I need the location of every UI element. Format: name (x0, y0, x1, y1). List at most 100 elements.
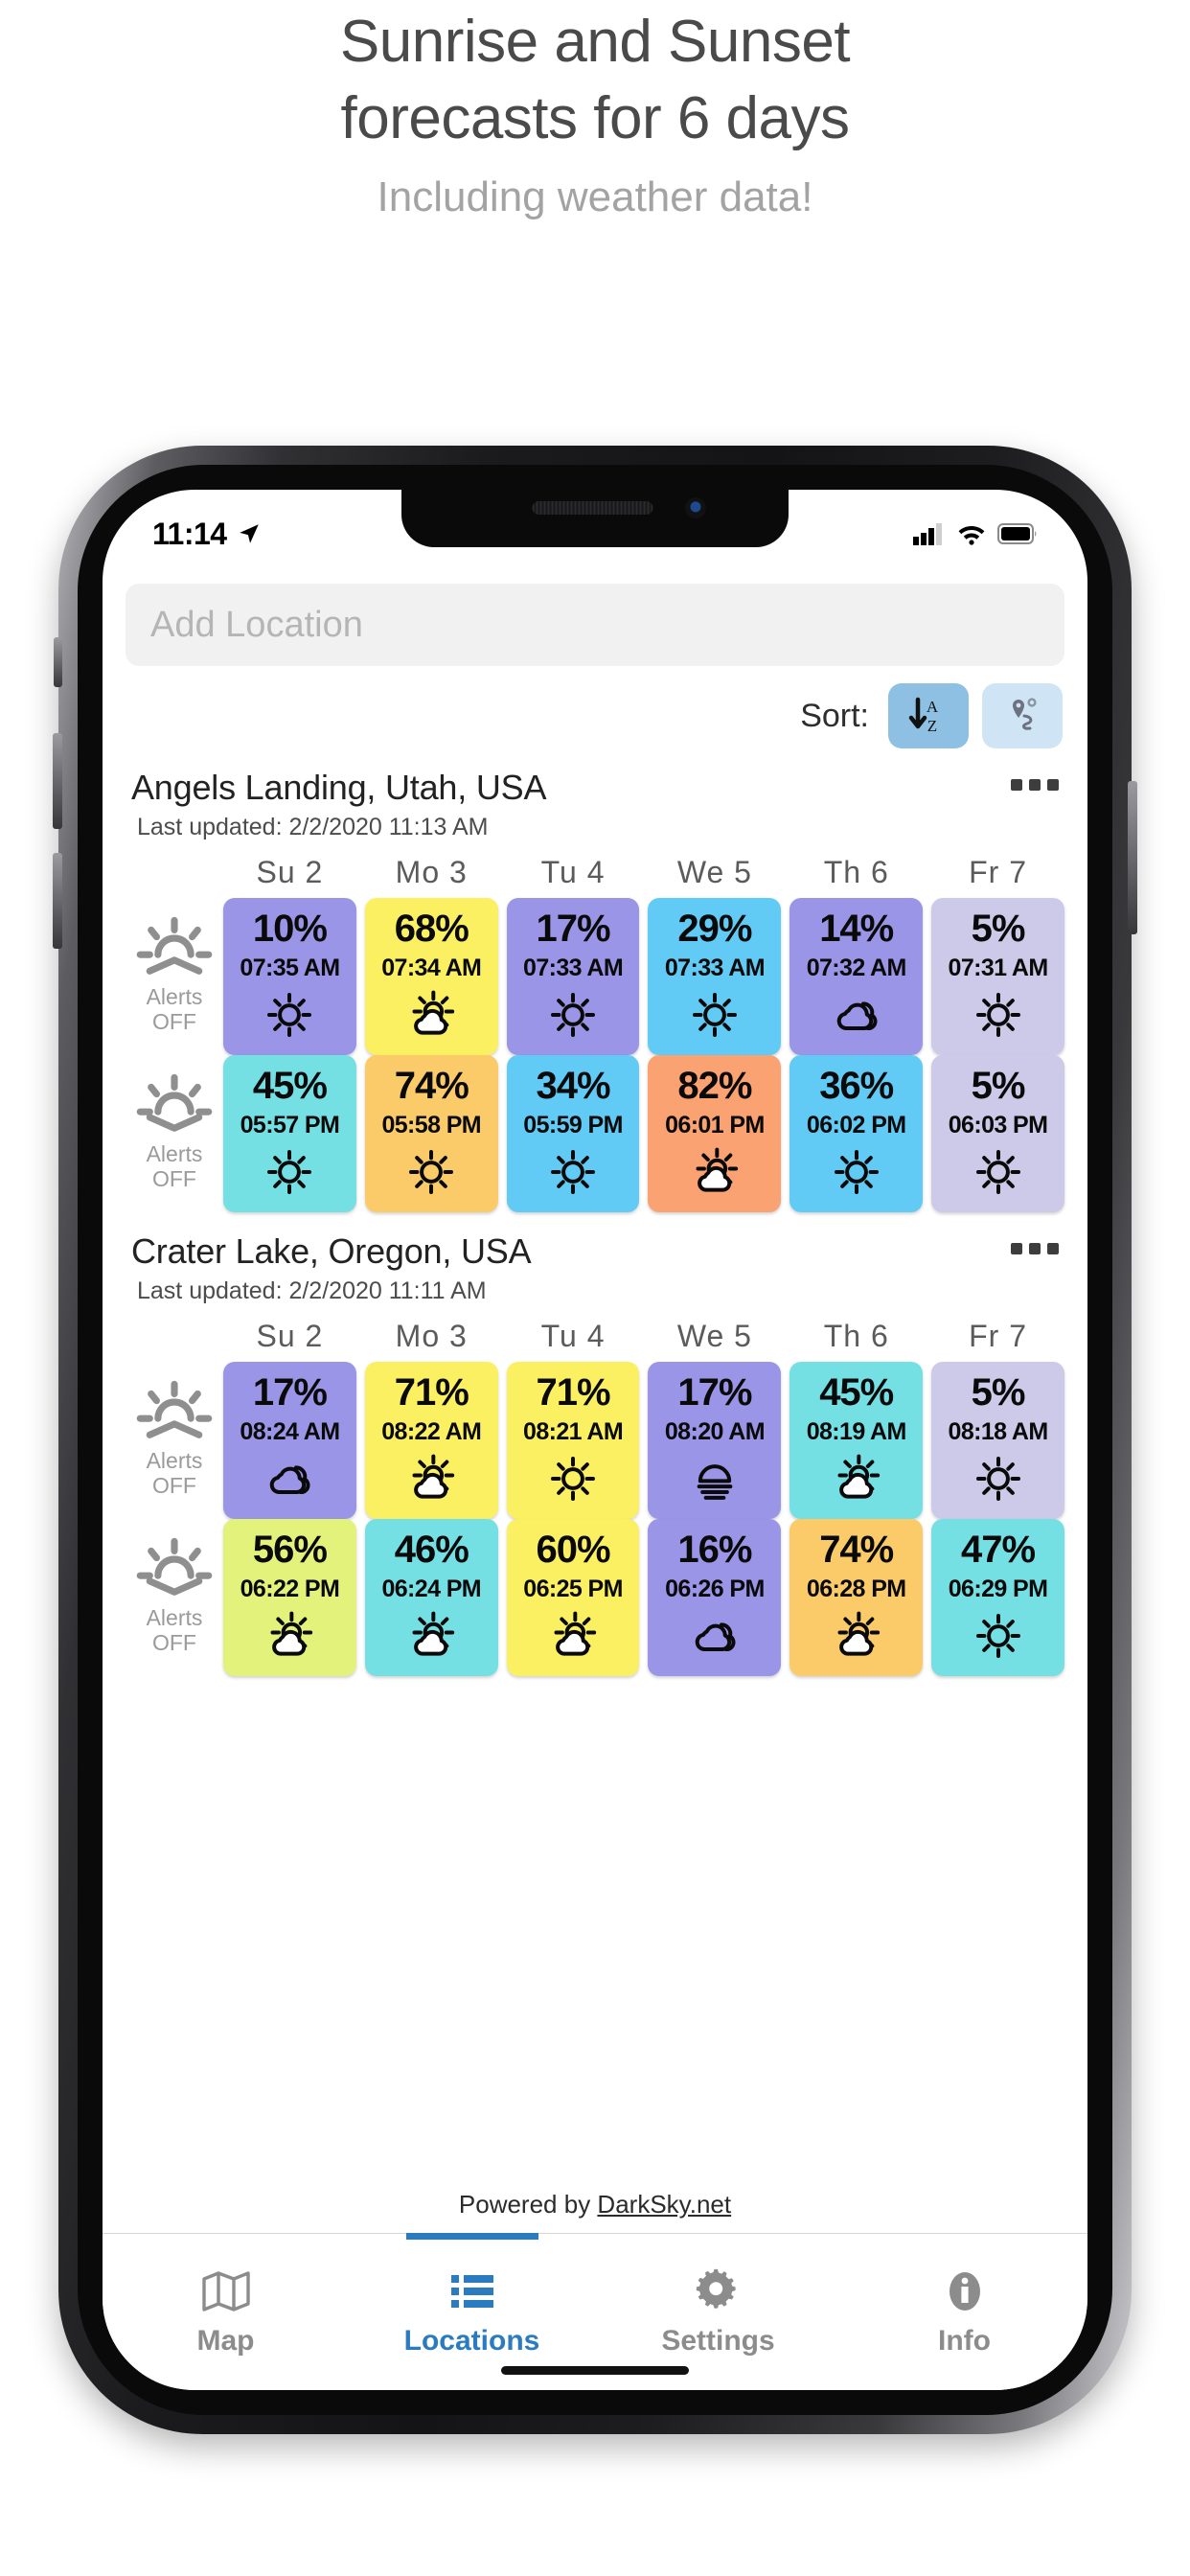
volume-up-button[interactable] (53, 733, 62, 829)
sunrise-icon (136, 916, 213, 975)
precip-percent: 10% (252, 908, 328, 950)
event-time: 07:32 AM (806, 954, 907, 981)
sunset-row: Alerts OFF 45% 05:57 PM 74% 05:58 PM 34% … (126, 1055, 1064, 1212)
forecast-card[interactable]: 34% 05:59 PM (506, 1055, 640, 1212)
precip-percent: 71% (394, 1371, 469, 1414)
weather-sun-icon (972, 1143, 1025, 1201)
event-time: 08:22 AM (381, 1418, 482, 1445)
search-input[interactable] (150, 604, 1040, 646)
silent-switch[interactable] (54, 637, 62, 687)
precip-percent: 5% (971, 1371, 1026, 1414)
event-time: 05:58 PM (381, 1112, 482, 1138)
event-time: 07:33 AM (523, 954, 624, 981)
sunrise-alerts-toggle[interactable]: Alerts OFF (126, 1362, 223, 1519)
forecast-card[interactable]: 46% 06:24 PM (364, 1519, 498, 1676)
forecast-card[interactable]: 60% 06:25 PM (506, 1519, 640, 1676)
forecast-card[interactable]: 71% 08:22 AM (364, 1362, 498, 1519)
forecast-card[interactable]: 68% 07:34 AM (364, 898, 498, 1055)
powered-by: Powered by DarkSky.net (103, 2190, 1087, 2220)
weather-cloud-icon (830, 986, 883, 1044)
event-time: 08:21 AM (523, 1418, 624, 1445)
location-name: Crater Lake, Oregon, USA (131, 1231, 532, 1271)
day-header: Tu 4 (540, 855, 606, 889)
forecast-card[interactable]: 14% 07:32 AM (790, 898, 924, 1055)
forecast-card[interactable]: 56% 06:22 PM (223, 1519, 356, 1676)
forecast-card[interactable]: 74% 05:58 PM (364, 1055, 498, 1212)
forecast-card[interactable]: 17% 08:20 AM (648, 1362, 782, 1519)
forecast-card[interactable]: 45% 08:19 AM (790, 1362, 924, 1519)
event-time: 07:31 AM (948, 954, 1049, 981)
event-time: 07:34 AM (381, 954, 482, 981)
forecast-card[interactable]: 45% 05:57 PM (223, 1055, 356, 1212)
precip-percent: 46% (394, 1529, 469, 1571)
day-header: Mo 3 (395, 1319, 468, 1353)
tab-info[interactable]: Info (841, 2234, 1087, 2390)
forecast-card[interactable]: 82% 06:01 PM (648, 1055, 782, 1212)
powered-by-prefix: Powered by (458, 2190, 598, 2219)
sort-alpha-button[interactable]: A Z (888, 683, 969, 748)
tab-map[interactable]: Map (103, 2234, 349, 2390)
event-time: 06:22 PM (240, 1576, 340, 1602)
precip-percent: 74% (819, 1529, 894, 1571)
status-time: 11:14 (152, 516, 227, 551)
sunrise-alerts-toggle[interactable]: Alerts OFF (126, 898, 223, 1055)
weather-fog-icon (688, 1450, 742, 1507)
alerts-label: Alerts OFF (146, 1605, 203, 1655)
sunset-cards: 45% 05:57 PM 74% 05:58 PM 34% 05:59 PM 8… (223, 1055, 1064, 1212)
precip-percent: 45% (252, 1065, 328, 1107)
locations-list: Angels Landing, Utah, USA Last updated: … (103, 748, 1087, 1676)
promo-header: Sunrise and Sunset forecasts for 6 days … (0, 0, 1190, 224)
home-indicator[interactable] (501, 2366, 689, 2375)
forecast-card[interactable]: 5% 08:18 AM (931, 1362, 1064, 1519)
sunset-alerts-toggle[interactable]: Alerts OFF (126, 1519, 223, 1676)
search-field[interactable] (126, 584, 1064, 666)
day-header: We 5 (676, 855, 752, 889)
location-menu-button[interactable] (1011, 768, 1059, 791)
location-menu-button[interactable] (1011, 1231, 1059, 1254)
sunset-alerts-toggle[interactable]: Alerts OFF (126, 1055, 223, 1212)
event-time: 07:33 AM (664, 954, 766, 981)
precip-percent: 16% (677, 1529, 752, 1571)
forecast-card[interactable]: 5% 07:31 AM (931, 898, 1064, 1055)
precip-percent: 5% (971, 1065, 1026, 1107)
forecast-card[interactable]: 74% 06:28 PM (790, 1519, 924, 1676)
day-header: Th 6 (823, 1319, 889, 1353)
forecast-card[interactable]: 47% 06:29 PM (931, 1519, 1064, 1676)
battery-full-icon (997, 523, 1037, 544)
weather-sun-icon (546, 1450, 600, 1507)
sort-distance-button[interactable] (982, 683, 1063, 748)
power-button[interactable] (1128, 781, 1137, 934)
weather-sun-icon (830, 1143, 883, 1201)
cellular-bars-icon (913, 523, 942, 545)
event-time: 06:25 PM (523, 1576, 623, 1602)
phone-mockup: 11:14 Add Location Sort: A Z Angels Land… (53, 446, 1137, 2434)
forecast-card[interactable]: 10% 07:35 AM (223, 898, 356, 1055)
sunset-icon (136, 1073, 213, 1132)
forecast-card[interactable]: 29% 07:33 AM (648, 898, 782, 1055)
forecast-card[interactable]: 17% 07:33 AM (506, 898, 640, 1055)
location-arrow-icon (239, 524, 259, 543)
forecast-card[interactable]: 16% 06:26 PM (648, 1519, 782, 1676)
precip-percent: 74% (394, 1065, 469, 1107)
forecast-card[interactable]: 36% 06:02 PM (790, 1055, 924, 1212)
tab-settings-label: Settings (661, 2324, 775, 2357)
precip-percent: 17% (536, 908, 611, 950)
forecast-card[interactable]: 17% 08:24 AM (223, 1362, 356, 1519)
volume-down-button[interactable] (53, 853, 62, 949)
gear-icon (696, 2268, 736, 2309)
precip-percent: 34% (536, 1065, 611, 1107)
app-content: Sort: A Z (103, 563, 1087, 2390)
location-last-updated: Last updated: 2/2/2020 11:11 AM (137, 1277, 487, 1304)
tab-info-label: Info (938, 2324, 991, 2357)
alerts-label: Alerts OFF (146, 1448, 203, 1498)
route-pin-icon (1013, 698, 1037, 730)
darksky-link[interactable]: DarkSky.net (597, 2190, 731, 2219)
sort-row: Sort: A Z (103, 666, 1087, 748)
day-header: Th 6 (823, 855, 889, 889)
wifi-icon (958, 526, 985, 545)
forecast-card[interactable]: 71% 08:21 AM (506, 1362, 640, 1519)
day-header: Fr 7 (969, 855, 1027, 889)
weather-sun-icon (263, 1143, 316, 1201)
promo-screenshot: Sunrise and Sunset forecasts for 6 days … (0, 0, 1190, 2576)
forecast-card[interactable]: 5% 06:03 PM (931, 1055, 1064, 1212)
